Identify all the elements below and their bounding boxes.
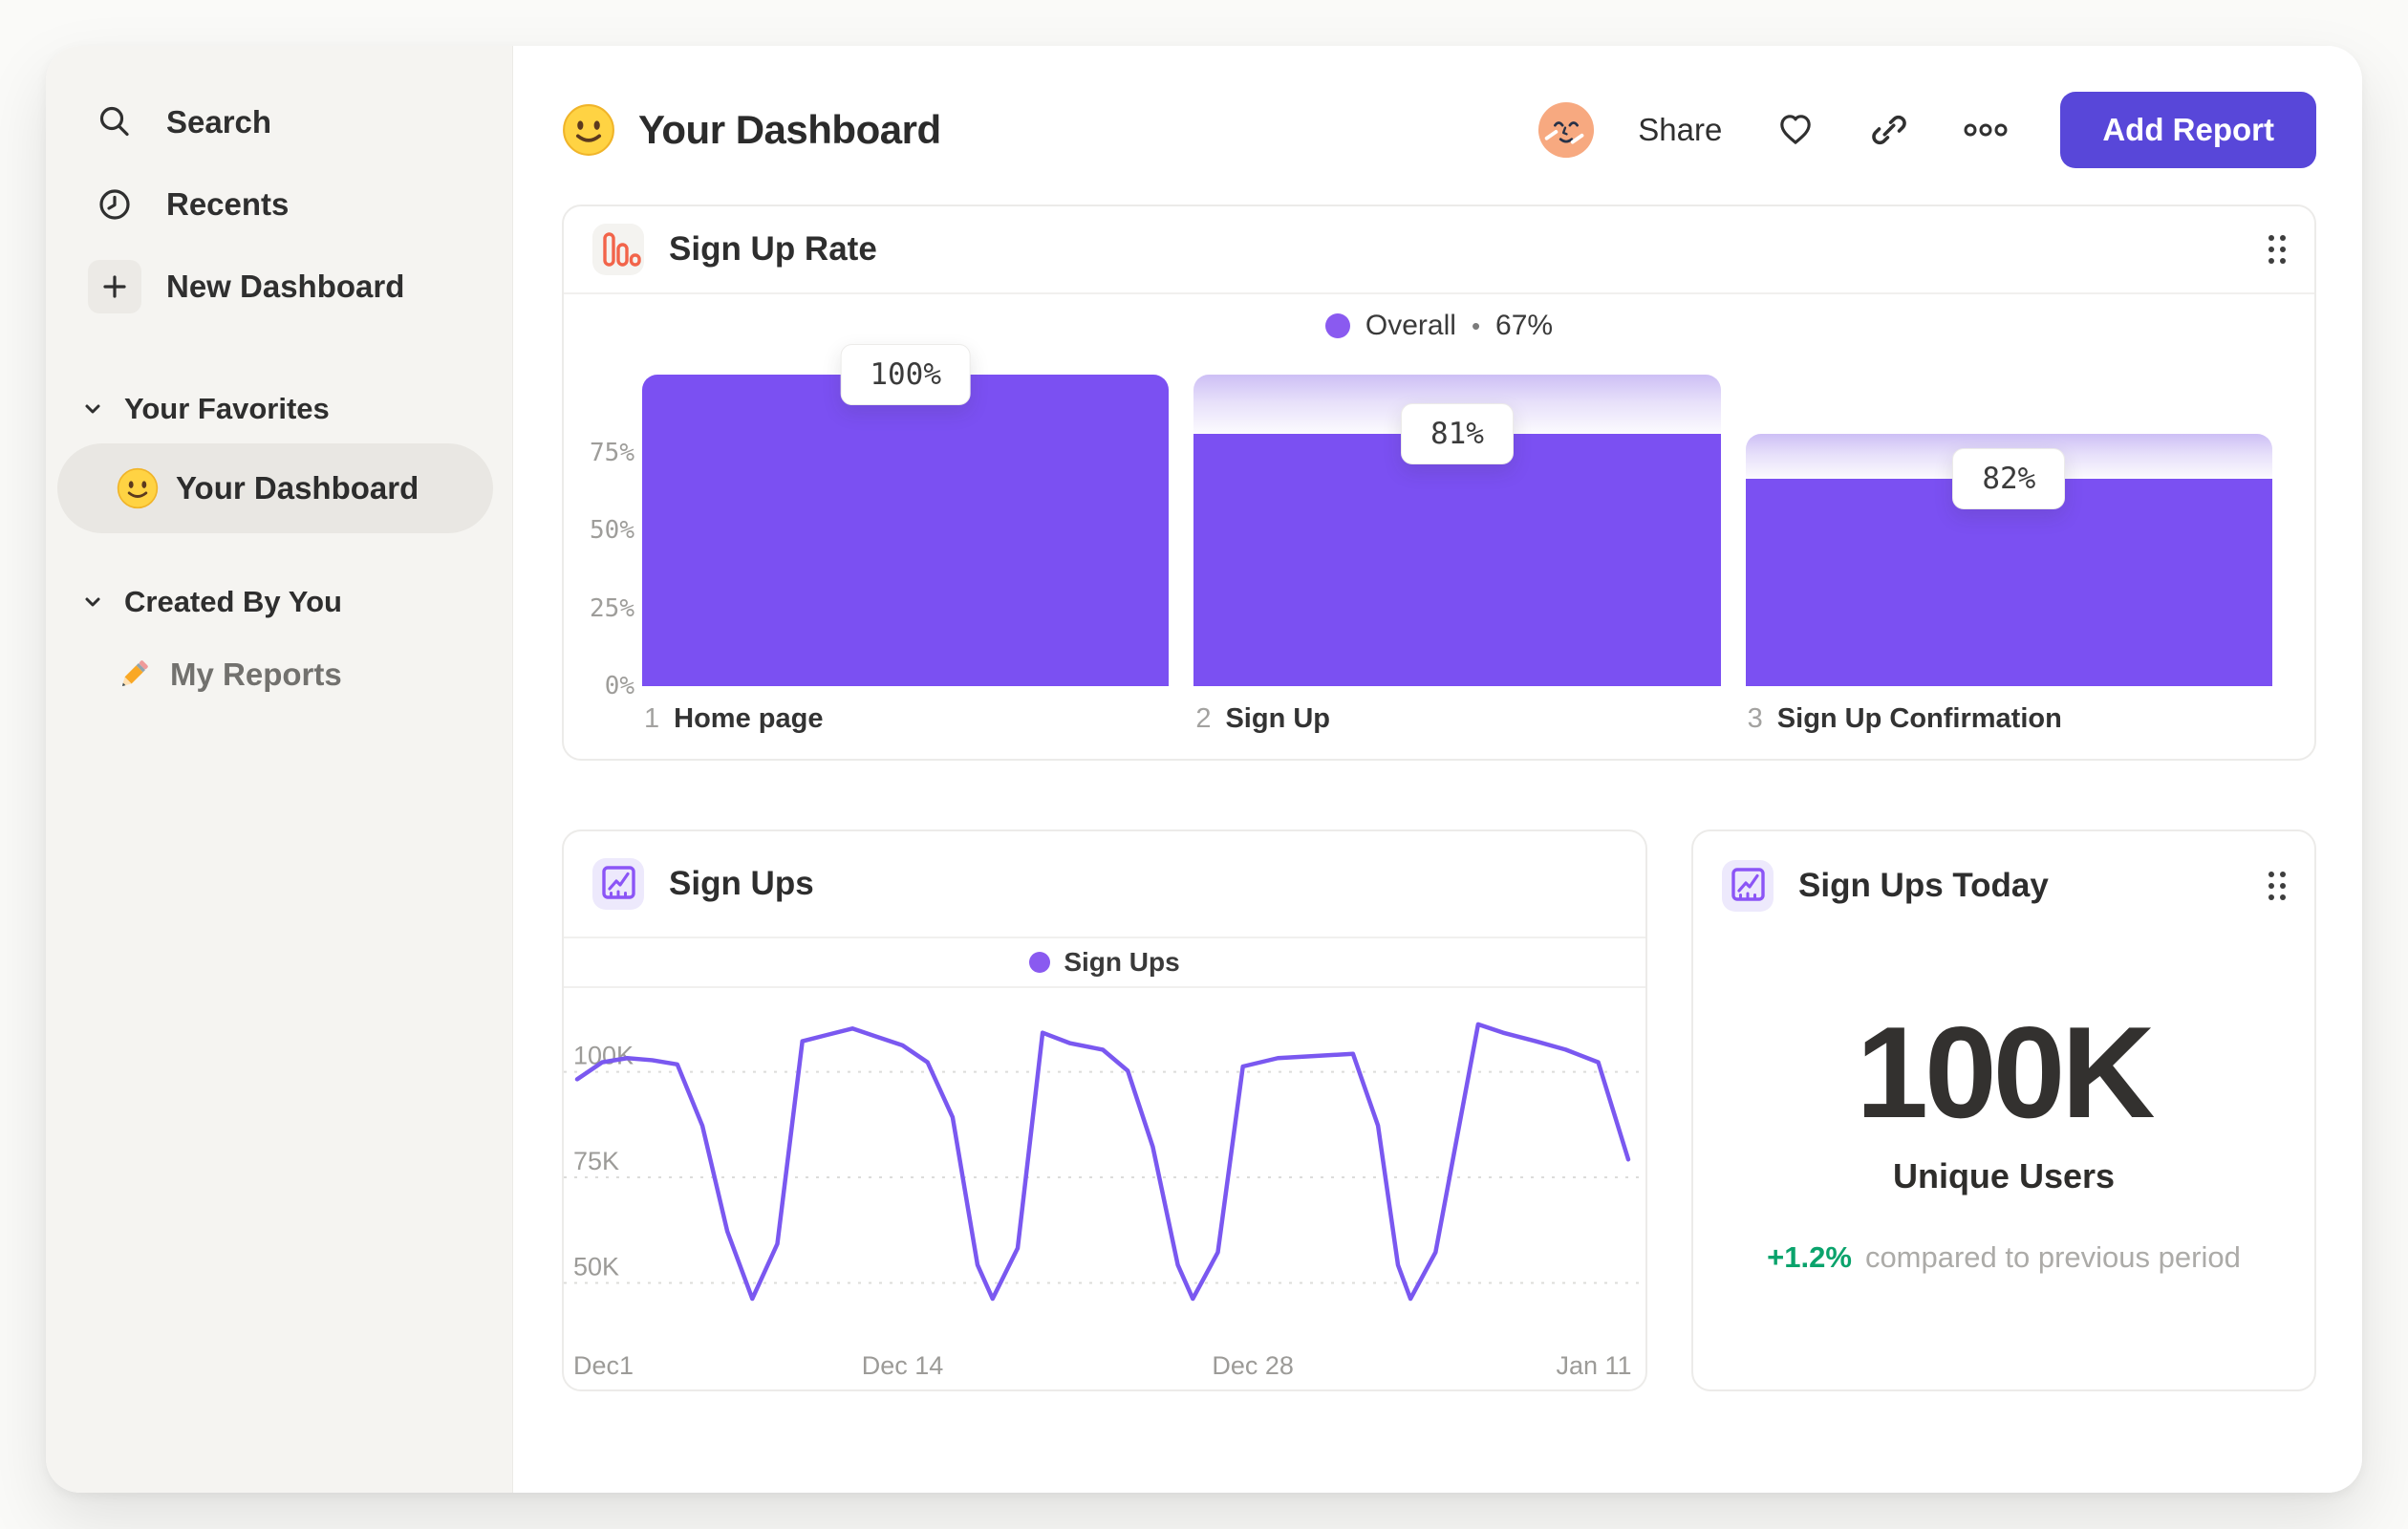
funnel-value-tooltip: 82% xyxy=(1952,448,2066,510)
card-title: Sign Ups Today xyxy=(1798,867,2049,904)
sidebar-item-label: Your Dashboard xyxy=(176,470,419,506)
sign-ups-today-card: Sign Ups Today 100K Unique Users +1.2% c… xyxy=(1691,829,2316,1391)
delta-description: compared to previous period xyxy=(1864,1240,2241,1274)
drag-handle-icon[interactable] xyxy=(2267,232,2288,267)
created-section-header[interactable]: Created By You xyxy=(82,581,495,623)
sidebar: Search Recents New Dashboard Your Favori… xyxy=(46,46,513,1493)
legend-label: Overall xyxy=(1365,310,1456,341)
plus-icon xyxy=(88,260,141,313)
line-chart-icon xyxy=(1722,860,1774,912)
line-chart-icon xyxy=(592,858,644,910)
main-content: Your Dashboard Share Add Report Sign Up … xyxy=(513,46,2362,1493)
app-window: Search Recents New Dashboard Your Favori… xyxy=(46,46,2362,1493)
funnel-y-tick: 0% xyxy=(604,672,634,700)
metric-delta: +1.2% compared to previous period xyxy=(1767,1240,2241,1275)
legend-value: 67% xyxy=(1495,310,1554,341)
svg-text:Dec 28: Dec 28 xyxy=(1212,1351,1294,1380)
metric-body: 100K Unique Users +1.2% compared to prev… xyxy=(1693,940,2314,1389)
funnel-y-tick: 50% xyxy=(590,516,634,545)
pencil-emoji-icon xyxy=(115,656,153,694)
sidebar-item-recents[interactable]: Recents xyxy=(88,176,495,233)
drag-handle-icon[interactable] xyxy=(2267,869,2288,903)
avatar[interactable] xyxy=(1537,100,1596,160)
funnel-step[interactable]: 81% 2 Sign Up xyxy=(1193,375,1721,734)
metric-label: Unique Users xyxy=(1892,1156,2116,1195)
funnel-bar xyxy=(642,375,1170,686)
chevron-down-icon xyxy=(82,398,103,420)
funnel-y-tick: 75% xyxy=(590,438,634,467)
clock-icon xyxy=(88,178,141,231)
favorites-section-header[interactable]: Your Favorites xyxy=(82,388,495,430)
sidebar-item-label: My Reports xyxy=(170,657,342,692)
sidebar-item-your-dashboard[interactable]: Your Dashboard xyxy=(57,443,493,533)
smiley-emoji-icon xyxy=(562,103,615,157)
sign-ups-card: Sign Ups Sign Ups 100K 75K 50K Dec1 Dec 14 De… xyxy=(562,829,1647,1391)
svg-text:Dec 14: Dec 14 xyxy=(862,1351,944,1380)
funnel-bar xyxy=(1193,433,1721,686)
sign-up-rate-card: Sign Up Rate Overall • 67% 75% 50% 25% 0% 1… xyxy=(562,205,2316,761)
funnel-y-tick: 25% xyxy=(590,593,634,623)
legend-dot xyxy=(1029,952,1051,973)
funnel-legend: Overall • 67% xyxy=(564,294,2314,357)
section-label: Your Favorites xyxy=(124,392,330,425)
search-icon xyxy=(88,96,141,149)
share-button[interactable]: Share xyxy=(1638,112,1722,148)
funnel-chart: 75% 50% 25% 0% 100% 1 Home page 81% 2 Sign Up 82%… xyxy=(589,344,2272,734)
legend-label: Sign Ups xyxy=(1064,947,1180,977)
chevron-down-icon xyxy=(82,592,103,613)
funnel-bar xyxy=(1745,479,2272,686)
sidebar-item-search[interactable]: Search xyxy=(88,94,495,151)
sidebar-item-label: Search xyxy=(166,104,272,140)
page-title: Your Dashboard xyxy=(638,107,941,152)
smiley-emoji-icon xyxy=(117,467,159,509)
funnel-step-label: 1 Home page xyxy=(644,703,824,734)
svg-text:100K: 100K xyxy=(573,1042,634,1070)
dashboard-header: Your Dashboard Share Add Report xyxy=(562,88,2316,172)
card-header: Sign Ups xyxy=(564,831,1645,938)
line-legend: Sign Ups xyxy=(564,938,1645,988)
signups-line-svg: 100K 75K 50K Dec1 Dec 14 Dec 28 Jan 11 xyxy=(564,1022,1642,1380)
legend-dot xyxy=(1324,313,1350,338)
funnel-value-tooltip: 100% xyxy=(840,344,971,405)
legend-separator: • xyxy=(1471,311,1481,340)
card-header: Sign Ups Today xyxy=(1693,831,2314,940)
funnel-y-axis: 75% 50% 25% 0% xyxy=(589,375,634,701)
svg-text:Jan 11: Jan 11 xyxy=(1556,1351,1631,1380)
svg-text:75K: 75K xyxy=(573,1147,619,1175)
metric-value: 100K xyxy=(1856,1000,2155,1145)
funnel-value-tooltip: 81% xyxy=(1400,402,1514,464)
svg-text:Dec1: Dec1 xyxy=(573,1351,634,1380)
card-title: Sign Up Rate xyxy=(669,230,877,268)
bar-chart-icon xyxy=(592,224,644,275)
funnel-step[interactable]: 100% 1 Home page xyxy=(642,344,1170,734)
sidebar-item-new-dashboard[interactable]: New Dashboard xyxy=(88,258,495,315)
more-options-icon[interactable] xyxy=(1963,110,2009,150)
sidebar-item-my-reports[interactable]: My Reports xyxy=(88,648,495,701)
sidebar-item-label: Recents xyxy=(166,186,290,222)
funnel-bars: 100% 1 Home page 81% 2 Sign Up 82% 3 Sign Up Con… xyxy=(642,344,2272,734)
copy-link-icon[interactable] xyxy=(1869,110,1909,150)
add-report-button[interactable]: Add Report xyxy=(2060,92,2316,168)
svg-text:50K: 50K xyxy=(573,1253,619,1281)
card-title: Sign Ups xyxy=(669,865,814,902)
delta-value: +1.2% xyxy=(1767,1240,1852,1274)
favorite-heart-icon[interactable] xyxy=(1775,110,1816,150)
funnel-step-label: 3 Sign Up Confirmation xyxy=(1747,703,2062,734)
funnel-step-label: 2 Sign Up xyxy=(1195,703,1331,734)
section-label: Created By You xyxy=(124,585,342,618)
funnel-step[interactable]: 82% 3 Sign Up Confirmation xyxy=(1745,375,2272,734)
card-header: Sign Up Rate xyxy=(564,206,2314,294)
sidebar-item-label: New Dashboard xyxy=(166,269,405,304)
